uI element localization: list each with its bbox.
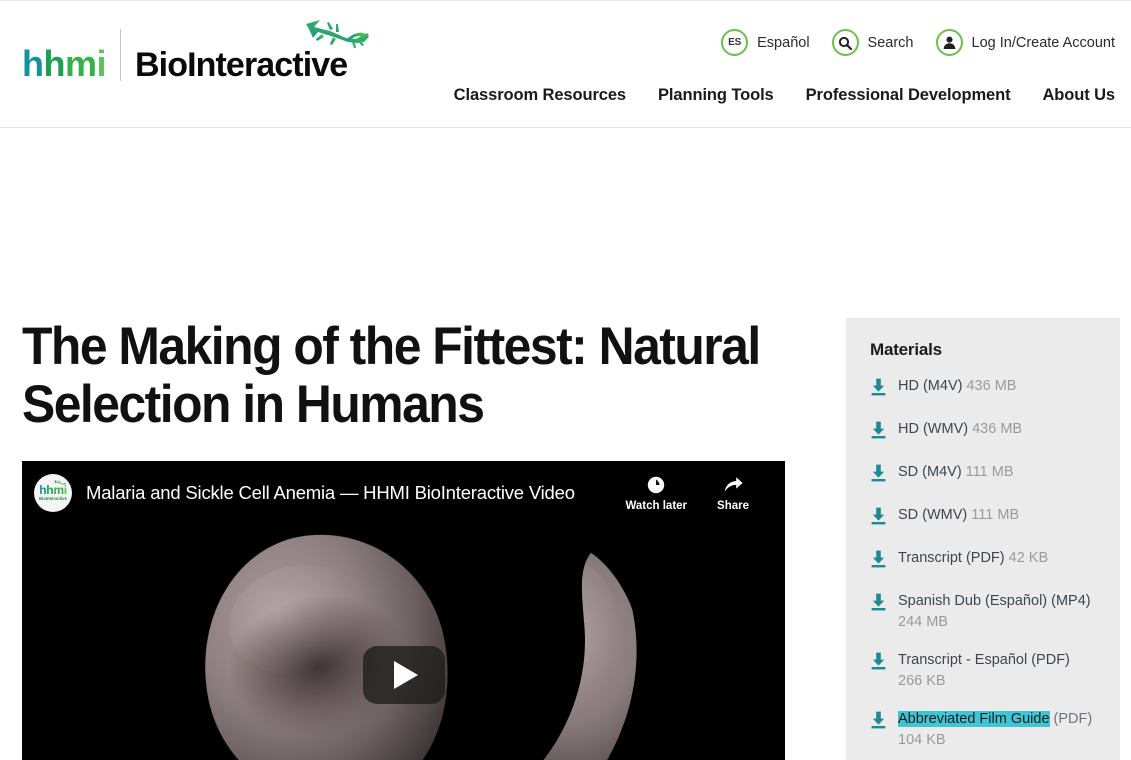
material-item[interactable]: HD (WMV) 436 MB	[870, 419, 1098, 444]
material-size: 436 MB	[962, 378, 1016, 394]
material-size: 111 MB	[962, 464, 1014, 480]
material-format-suffix: (PDF)	[1050, 711, 1093, 727]
site-logo[interactable]: hhmi BioInteractive	[22, 26, 347, 82]
clock-icon	[646, 475, 666, 495]
download-icon	[870, 507, 887, 530]
share-button[interactable]: Share	[717, 475, 749, 512]
header-top-rule	[0, 0, 1131, 1]
nav-item-professional-development[interactable]: Professional Development	[806, 86, 1011, 105]
nav-item-planning-tools[interactable]: Planning Tools	[658, 86, 774, 105]
user-icon	[936, 29, 963, 56]
utility-navigation: ES Español Search Log In/Create Account	[721, 29, 1115, 56]
watch-later-label: Watch later	[625, 500, 687, 512]
nav-item-classroom-resources[interactable]: Classroom Resources	[454, 86, 626, 105]
download-icon	[870, 550, 887, 573]
material-size: 111 MB	[967, 507, 1019, 523]
play-button[interactable]	[363, 646, 445, 704]
language-badge-text: ES	[728, 37, 741, 48]
material-link[interactable]: SD (WMV)	[898, 507, 967, 523]
search-icon	[832, 29, 859, 56]
download-icon	[870, 464, 887, 487]
material-size: 266 KB	[898, 673, 946, 689]
download-icon	[870, 421, 887, 444]
avatar-gecko-icon	[53, 479, 67, 488]
material-text: HD (WMV) 436 MB	[898, 419, 1022, 440]
material-item[interactable]: SD (WMV) 111 MB	[870, 505, 1098, 530]
utility-item-espanol[interactable]: ES Español	[721, 29, 809, 56]
download-icon	[870, 378, 887, 401]
material-item[interactable]: Spanish Dub (Español) (MP4) 244 MB	[870, 591, 1098, 632]
utility-label-search: Search	[868, 35, 914, 51]
material-size: 436 MB	[968, 421, 1022, 437]
page-title: The Making of the Fittest: Natural Selec…	[22, 318, 765, 435]
hhmi-wordmark: hhmi	[22, 46, 106, 82]
main-navigation: Classroom Resources Planning Tools Profe…	[454, 86, 1115, 105]
materials-list: HD (M4V) 436 MBHD (WMV) 436 MBSD (M4V) 1…	[870, 376, 1098, 750]
material-size: 42 KB	[1005, 550, 1049, 566]
language-icon: ES	[721, 29, 748, 56]
video-actions: Watch later Share	[625, 475, 771, 512]
channel-avatar[interactable]: hhmi BioInteractive	[34, 474, 72, 512]
play-icon	[394, 661, 418, 689]
material-text: Transcript - Español (PDF) 266 KB	[898, 650, 1098, 691]
material-link[interactable]: Transcript - Español (PDF)	[898, 652, 1070, 668]
material-link[interactable]: Transcript (PDF)	[898, 550, 1005, 566]
material-link[interactable]: HD (M4V)	[898, 378, 962, 394]
normal-red-blood-cell	[181, 513, 471, 760]
share-arrow-icon	[723, 475, 744, 495]
video-header-bar: hhmi BioInteractive Malaria and Sickle C…	[22, 461, 785, 525]
materials-panel: Materials HD (M4V) 436 MBHD (WMV) 436 MB…	[846, 318, 1120, 760]
material-item[interactable]: Transcript - Español (PDF) 266 KB	[870, 650, 1098, 691]
share-label: Share	[717, 500, 749, 512]
material-item[interactable]: Abbreviated Film Guide (PDF) 104 KB	[870, 709, 1098, 750]
material-text: Spanish Dub (Español) (MP4) 244 MB	[898, 591, 1098, 632]
utility-label-espanol: Español	[757, 35, 809, 51]
material-link[interactable]: Abbreviated Film Guide	[898, 711, 1050, 727]
download-icon	[870, 652, 887, 675]
avatar-sub-text: BioInteractive	[39, 497, 67, 501]
material-size: 244 MB	[898, 614, 948, 630]
gecko-logo-icon	[300, 18, 374, 58]
utility-item-account[interactable]: Log In/Create Account	[936, 29, 1116, 56]
material-text: HD (M4V) 436 MB	[898, 376, 1016, 397]
sickle-red-blood-cell	[432, 532, 657, 760]
materials-heading: Materials	[870, 340, 1098, 360]
utility-label-account: Log In/Create Account	[972, 35, 1116, 51]
material-link[interactable]: HD (WMV)	[898, 421, 968, 437]
material-text: Transcript (PDF) 42 KB	[898, 548, 1048, 569]
logo-divider	[120, 29, 121, 81]
site-header: hhmi BioInteractive ES	[0, 0, 1131, 128]
page-body: The Making of the Fittest: Natural Selec…	[0, 128, 1131, 760]
watch-later-button[interactable]: Watch later	[625, 475, 687, 512]
download-icon	[870, 711, 887, 734]
material-item[interactable]: Transcript (PDF) 42 KB	[870, 548, 1098, 573]
material-item[interactable]: SD (M4V) 111 MB	[870, 462, 1098, 487]
download-icon	[870, 593, 887, 616]
material-item[interactable]: HD (M4V) 436 MB	[870, 376, 1098, 401]
material-text: Abbreviated Film Guide (PDF) 104 KB	[898, 709, 1098, 750]
video-title[interactable]: Malaria and Sickle Cell Anemia — HHMI Bi…	[86, 482, 575, 504]
utility-item-search[interactable]: Search	[832, 29, 914, 56]
nav-item-about-us[interactable]: About Us	[1042, 86, 1115, 105]
material-text: SD (M4V) 111 MB	[898, 462, 1014, 483]
material-size: 104 KB	[898, 732, 946, 748]
video-player[interactable]: hhmi BioInteractive Malaria and Sickle C…	[22, 461, 785, 760]
material-text: SD (WMV) 111 MB	[898, 505, 1019, 526]
material-link[interactable]: SD (M4V)	[898, 464, 962, 480]
material-link[interactable]: Spanish Dub (Español) (MP4)	[898, 593, 1091, 609]
